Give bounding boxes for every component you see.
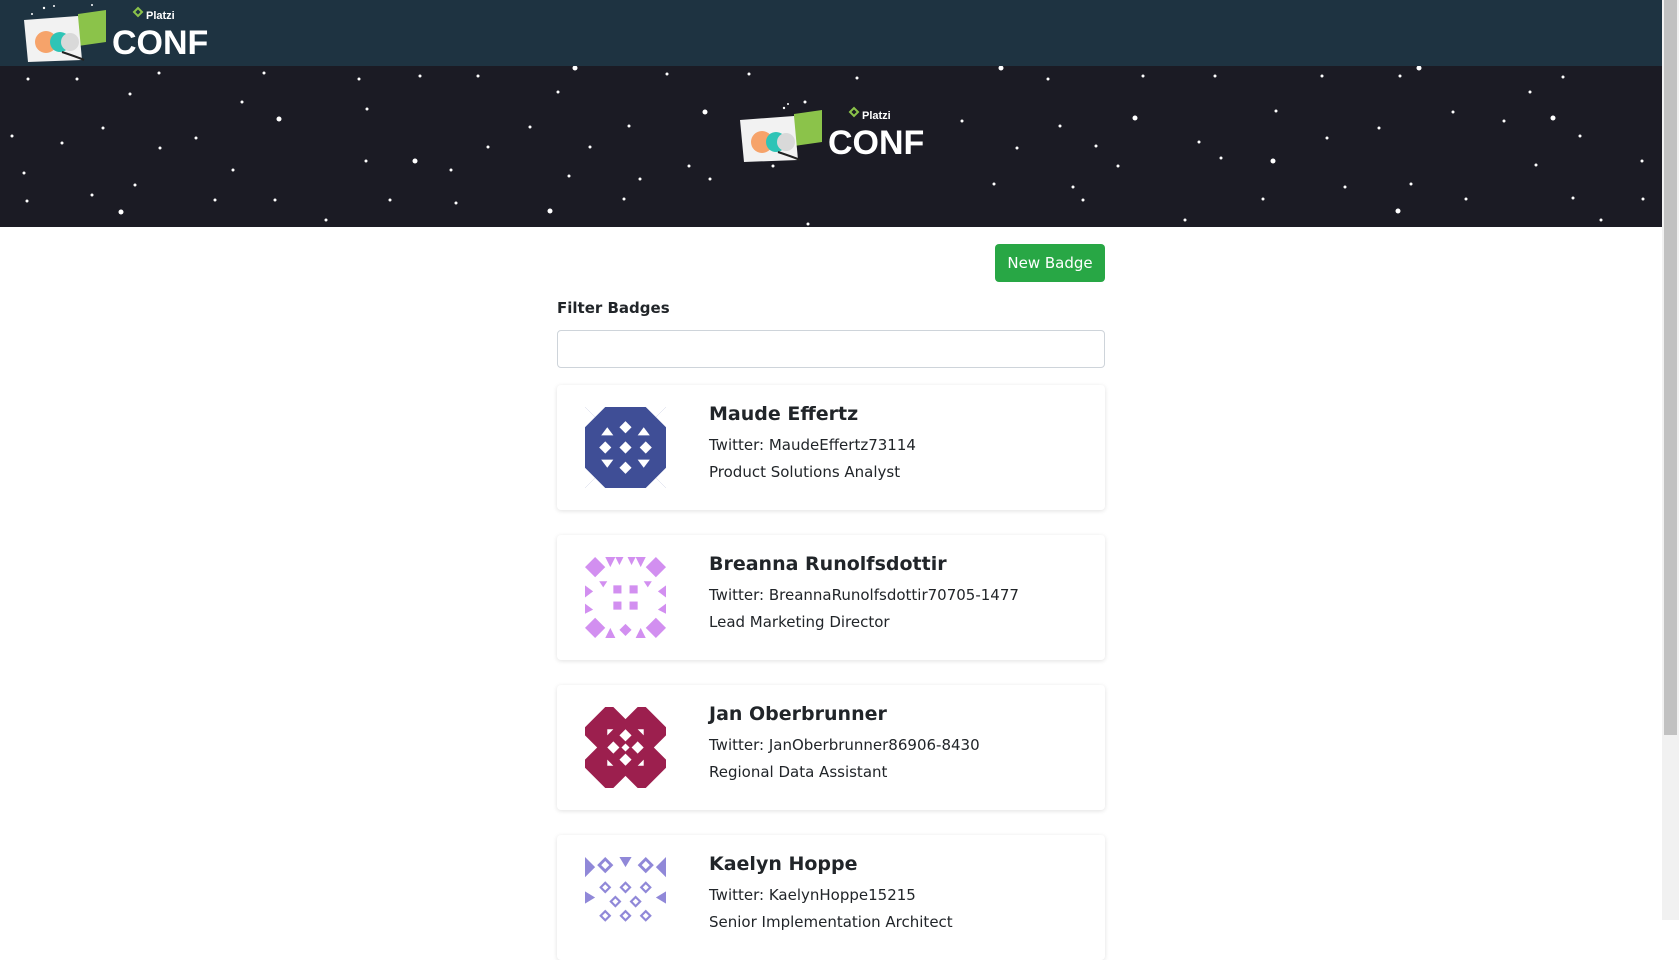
badge-name: Maude Effertz <box>709 403 859 425</box>
badge-name: Kaelyn Hoppe <box>709 853 858 875</box>
badge-card[interactable]: Maude Effertz Twitter: MaudeEffertz73114… <box>557 385 1105 510</box>
avatar-identicon <box>585 557 666 638</box>
svg-text:Platzi: Platzi <box>146 10 175 22</box>
avatar-identicon <box>585 707 666 788</box>
filter-badges-label: Filter Badges <box>557 299 670 317</box>
badge-name: Breanna Runolfsdottir <box>709 553 947 575</box>
badge-twitter: Twitter: KaelynHoppe15215 <box>709 886 916 904</box>
badge-card[interactable]: Jan Oberbrunner Twitter: JanOberbrunner8… <box>557 685 1105 810</box>
badge-twitter: Twitter: JanOberbrunner86906-8430 <box>709 736 980 754</box>
twitter-handle: MaudeEffertz73114 <box>768 436 916 454</box>
twitter-handle: JanOberbrunner86906-8430 <box>768 736 980 754</box>
badge-job-title: Lead Marketing Director <box>709 613 890 631</box>
badge-name: Jan Oberbrunner <box>709 703 887 725</box>
avatar-identicon <box>585 857 666 922</box>
platzi-conf-logo-icon: Platzi CONF <box>24 4 208 62</box>
new-badge-button[interactable]: New Badge <box>995 244 1105 282</box>
twitter-handle: KaelynHoppe15215 <box>768 886 916 904</box>
filter-badges-input[interactable] <box>557 330 1105 368</box>
twitter-prefix: Twitter: <box>709 436 765 454</box>
svg-text:CONF: CONF <box>112 24 208 62</box>
hero-platzi-conf-logo-icon: Platzi CONF <box>740 103 924 162</box>
hero-banner: Platzi CONF <box>0 66 1662 227</box>
badge-card[interactable]: Kaelyn Hoppe Twitter: KaelynHoppe15215 S… <box>557 835 1105 960</box>
twitter-prefix: Twitter: <box>709 886 765 904</box>
top-navbar: Platzi CONF <box>0 0 1662 66</box>
svg-text:Platzi: Platzi <box>862 110 891 122</box>
avatar-identicon <box>585 407 666 488</box>
twitter-handle: BreannaRunolfsdottir70705-1477 <box>768 586 1019 604</box>
navbar-logo-link[interactable]: Platzi CONF <box>22 2 212 68</box>
badge-job-title: Product Solutions Analyst <box>709 463 901 481</box>
twitter-prefix: Twitter: <box>709 586 765 604</box>
badge-job-title: Regional Data Assistant <box>709 763 888 781</box>
badge-twitter: Twitter: MaudeEffertz73114 <box>709 436 916 454</box>
badge-job-title: Senior Implementation Architect <box>709 913 953 931</box>
page-scrollbar-thumb[interactable] <box>1664 0 1677 735</box>
badge-card[interactable]: Breanna Runolfsdottir Twitter: BreannaRu… <box>557 535 1105 660</box>
twitter-prefix: Twitter: <box>709 736 765 754</box>
svg-text:CONF: CONF <box>828 124 924 162</box>
badge-twitter: Twitter: BreannaRunolfsdottir70705-1477 <box>709 586 1019 604</box>
